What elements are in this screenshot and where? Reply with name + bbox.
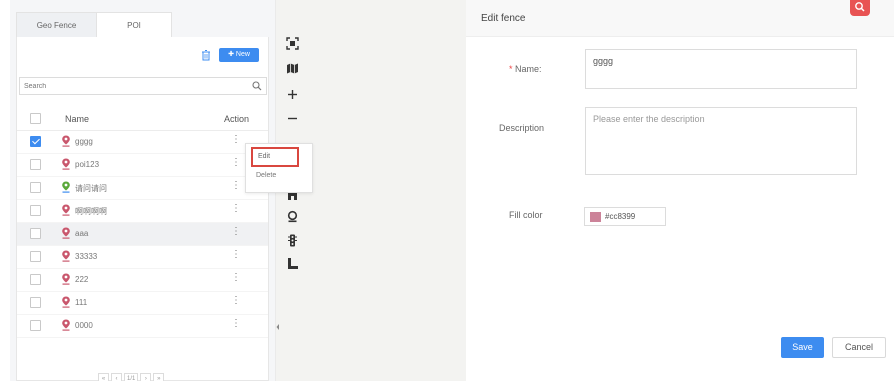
panel-tabs: Geo Fence POI bbox=[16, 12, 190, 38]
edit-fence-panel: Edit fence * Name: gggg Description Plea… bbox=[466, 0, 894, 381]
row-checkbox[interactable] bbox=[30, 159, 41, 170]
new-button[interactable]: ✚ New bbox=[219, 48, 259, 62]
name-value: gggg bbox=[593, 56, 614, 66]
table-row[interactable]: poi123 ⋮ bbox=[17, 154, 268, 177]
pagination: « ‹ 1/1 › » bbox=[98, 373, 165, 381]
action-menu-icon[interactable]: ⋮ bbox=[231, 157, 241, 168]
map-layer-icon[interactable] bbox=[286, 62, 299, 75]
poi-name: 222 bbox=[75, 275, 89, 284]
poi-name: 0000 bbox=[75, 321, 93, 330]
row-checkbox[interactable] bbox=[30, 320, 41, 331]
edit-fence-header: Edit fence bbox=[466, 0, 894, 37]
poi-pin-icon bbox=[62, 181, 70, 193]
action-menu-icon[interactable]: ⋮ bbox=[231, 226, 241, 237]
search-icon[interactable] bbox=[252, 81, 262, 91]
poi-pin-icon bbox=[62, 135, 70, 147]
description-placeholder: Please enter the description bbox=[593, 114, 705, 124]
row-checkbox[interactable] bbox=[30, 205, 41, 216]
poi-panel: Geo Fence POI ✚ New Search Name Action g… bbox=[10, 0, 275, 381]
fill-color-picker[interactable]: #cc8399 bbox=[584, 207, 666, 226]
zoom-in-icon[interactable] bbox=[286, 88, 299, 101]
row-checkbox[interactable] bbox=[30, 274, 41, 285]
poi-name: 111 bbox=[75, 298, 88, 307]
page-prev-button[interactable]: ‹ bbox=[111, 373, 122, 381]
search-box bbox=[19, 77, 267, 95]
column-name: Name bbox=[65, 114, 90, 124]
row-checkbox[interactable] bbox=[30, 228, 41, 239]
table-row[interactable]: 啊啊啊啊 ⋮ bbox=[17, 200, 268, 223]
plus-icon: ✚ bbox=[228, 51, 236, 58]
table-row[interactable]: 33333 ⋮ bbox=[17, 246, 268, 269]
poi-pin-icon bbox=[62, 273, 70, 285]
cancel-button[interactable]: Cancel bbox=[832, 337, 886, 358]
poi-table-body: gggg ⋮ poi123 ⋮ 请问请问 ⋮ 啊啊啊啊 ⋮ aaa ⋮ 3333… bbox=[17, 131, 268, 338]
table-row[interactable]: aaa ⋮ bbox=[17, 223, 268, 246]
fill-color-value: #cc8399 bbox=[605, 212, 636, 221]
table-row[interactable]: gggg ⋮ bbox=[17, 131, 268, 154]
poi-pin-icon bbox=[62, 319, 70, 331]
action-menu-icon[interactable]: ⋮ bbox=[231, 134, 241, 145]
save-button[interactable]: Save bbox=[781, 337, 824, 358]
poi-name: aaa bbox=[75, 229, 89, 238]
row-checkbox[interactable] bbox=[30, 136, 41, 147]
action-menu-icon[interactable]: ⋮ bbox=[231, 318, 241, 329]
page-first-button[interactable]: « bbox=[98, 373, 109, 381]
poi-pin-icon bbox=[62, 227, 70, 239]
table-row[interactable]: 0000 ⋮ bbox=[17, 315, 268, 338]
action-menu-icon[interactable]: ⋮ bbox=[231, 295, 241, 306]
table-row[interactable]: 111 ⋮ bbox=[17, 292, 268, 315]
name-label: * Name: bbox=[509, 64, 542, 74]
poi-name: 33333 bbox=[75, 252, 98, 261]
select-all-checkbox[interactable] bbox=[30, 113, 41, 124]
edit-menu-item[interactable]: Edit bbox=[251, 147, 299, 167]
page-indicator: 1/1 bbox=[124, 373, 139, 381]
row-checkbox[interactable] bbox=[30, 182, 41, 193]
poi-name: 啊啊啊啊 bbox=[75, 207, 107, 216]
poi-pin-icon[interactable] bbox=[286, 210, 299, 223]
action-menu-icon[interactable]: ⋮ bbox=[231, 272, 241, 283]
poi-name: poi123 bbox=[75, 160, 100, 169]
table-row[interactable]: 222 ⋮ bbox=[17, 269, 268, 292]
zoom-out-icon[interactable] bbox=[286, 112, 299, 125]
measure-icon[interactable] bbox=[286, 257, 299, 270]
search-input[interactable] bbox=[20, 78, 245, 94]
table-header: Name Action bbox=[17, 107, 268, 131]
poi-name: gggg bbox=[75, 137, 93, 146]
page-last-button[interactable]: » bbox=[153, 373, 165, 381]
action-menu-icon[interactable]: ⋮ bbox=[231, 249, 241, 260]
poi-pin-icon bbox=[62, 250, 70, 262]
search-badge-icon[interactable] bbox=[850, 0, 870, 16]
color-swatch bbox=[590, 212, 601, 222]
poi-name: 请问请问 bbox=[75, 184, 107, 193]
row-checkbox[interactable] bbox=[30, 297, 41, 308]
traffic-light-icon[interactable] bbox=[286, 234, 299, 247]
new-button-label: New bbox=[235, 51, 250, 58]
poi-pin-icon bbox=[62, 204, 70, 216]
fullscreen-icon[interactable] bbox=[286, 37, 299, 50]
poi-list-panel: ✚ New Name Action gggg ⋮ bbox=[16, 37, 269, 381]
row-checkbox[interactable] bbox=[30, 251, 41, 262]
poi-pin-icon bbox=[62, 296, 70, 308]
fill-color-label: Fill color bbox=[509, 210, 543, 220]
trash-icon[interactable] bbox=[200, 49, 212, 61]
row-context-menu: Edit Delete bbox=[245, 143, 313, 193]
tab-geo-fence[interactable]: Geo Fence bbox=[16, 12, 96, 38]
description-label: Description bbox=[499, 123, 545, 133]
action-menu-icon[interactable]: ⋮ bbox=[231, 180, 241, 191]
poi-pin-icon bbox=[62, 158, 70, 170]
table-row[interactable]: 请问请问 ⋮ bbox=[17, 177, 268, 200]
description-field[interactable]: Please enter the description bbox=[585, 107, 857, 175]
app-root: Geo Fence POI ✚ New Search Name Action g… bbox=[0, 0, 894, 381]
page-next-button[interactable]: › bbox=[140, 373, 152, 381]
edit-fence-title: Edit fence bbox=[481, 13, 526, 24]
column-action: Action bbox=[224, 114, 250, 124]
name-field[interactable]: gggg bbox=[585, 49, 857, 89]
tab-poi[interactable]: POI bbox=[96, 12, 172, 38]
collapse-handle-icon[interactable] bbox=[276, 320, 279, 334]
delete-menu-item[interactable]: Delete bbox=[256, 172, 276, 179]
action-menu-icon[interactable]: ⋮ bbox=[231, 203, 241, 214]
required-mark: * bbox=[509, 64, 513, 74]
